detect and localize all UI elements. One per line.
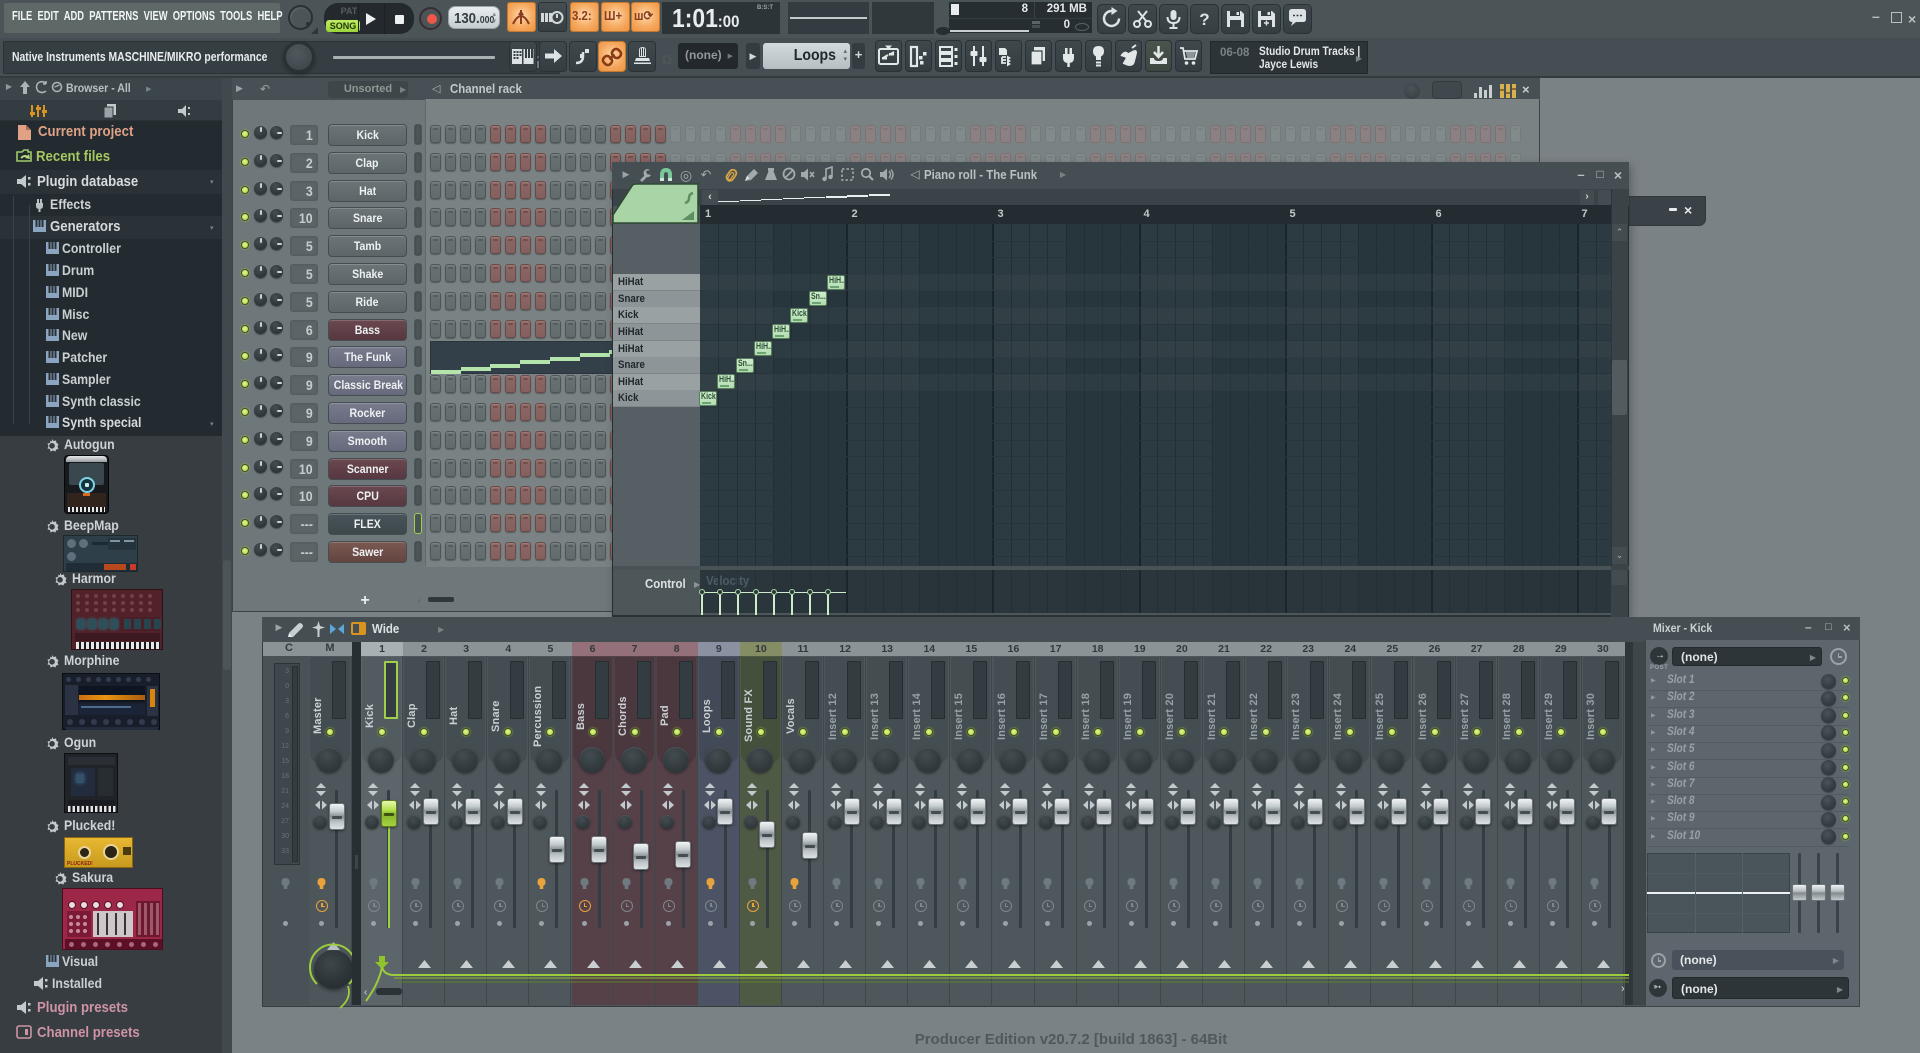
svg-text:?: ? — [1199, 10, 1209, 29]
